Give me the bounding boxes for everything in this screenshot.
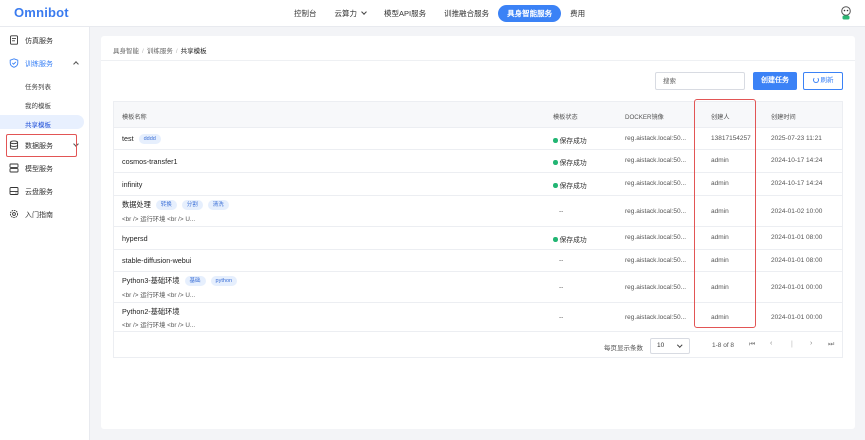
template-name[interactable]: cosmos-transfer1 — [122, 157, 178, 166]
highlight-box-sidebar — [6, 134, 77, 157]
docker-image: reg.aistack.local:50... — [625, 180, 687, 187]
sidebar-item-shared-templates[interactable]: 共享模板 — [0, 115, 84, 129]
refresh-icon — [812, 77, 819, 83]
chevron-down-icon — [361, 9, 367, 15]
per-page-select[interactable]: 10 — [650, 338, 690, 354]
page-range: 1-8 of 8 — [712, 342, 735, 349]
status-dot — [553, 183, 558, 188]
tag: 基础 — [184, 276, 206, 286]
created-time: 2024-10-17 14:24 — [771, 157, 823, 164]
created-time: 2024-01-01 08:00 — [771, 234, 823, 241]
last-page-icon[interactable]: ⏭ — [828, 341, 834, 349]
first-page-icon[interactable]: ⏮ — [749, 341, 755, 349]
page-separator: | — [791, 341, 793, 348]
nav-billing[interactable]: 费用 — [561, 5, 594, 22]
avatar[interactable] — [840, 6, 852, 20]
template-desc: <br /> 运行环境 <br /> U... — [122, 216, 196, 223]
breadcrumb-current: 共享模板 — [180, 48, 207, 55]
gear-icon — [9, 209, 19, 219]
status-cell: -- — [559, 208, 564, 215]
created-time: 2024-01-01 08:00 — [771, 257, 823, 264]
main-card: 具身智能/训练服务/共享模板 创建任务 刷新 模板名称 模板状态 DOCKER镜… — [101, 36, 855, 429]
tag: 清洗 — [207, 200, 229, 210]
tag: 分割 — [181, 200, 203, 210]
nav-embodied-ai[interactable]: 具身智能服务 — [498, 5, 562, 22]
status-cell: -- — [559, 314, 564, 321]
divider — [101, 60, 855, 61]
template-name[interactable]: Python2-基础环境 — [122, 307, 180, 317]
created-time: 2024-01-02 10:00 — [771, 208, 823, 215]
sidebar-item-cloud-disk[interactable]: 云盘服务 — [0, 182, 90, 200]
status-cell: 保存成功 — [553, 135, 587, 145]
docker-image: reg.aistack.local:50... — [625, 135, 687, 142]
breadcrumb-item[interactable]: 具身智能 — [113, 48, 139, 55]
document-icon — [10, 35, 18, 45]
shield-icon — [9, 58, 19, 68]
per-page-label: 每页显示条数 — [604, 345, 643, 352]
sidebar-item-simulation[interactable]: 仿真服务 — [0, 31, 90, 49]
template-name[interactable]: test dddd — [122, 134, 161, 144]
docker-image: reg.aistack.local:50... — [625, 157, 687, 164]
sidebar-item-guide[interactable]: 入门指南 — [0, 205, 90, 223]
chevron-up-icon — [73, 61, 79, 67]
tag: dddd — [138, 134, 161, 144]
sidebar-item-task-list[interactable]: 任务列表 — [0, 77, 84, 91]
status-cell: -- — [559, 284, 564, 291]
nav-model-api[interactable]: 模型API服务 — [375, 5, 435, 22]
template-desc: <br /> 运行环境 <br /> U... — [122, 292, 196, 299]
header-template-status: 模板状态 — [553, 114, 578, 121]
template-desc: <br /> 运行环境 <br /> U... — [122, 322, 196, 329]
sidebar-item-model[interactable]: 模型服务 — [0, 159, 90, 177]
template-name[interactable]: stable-diffusion-webui — [122, 256, 191, 265]
template-name[interactable]: hypersd — [122, 234, 148, 243]
refresh-button[interactable]: 刷新 — [803, 72, 843, 90]
create-task-button[interactable]: 创建任务 — [753, 72, 797, 90]
search-input[interactable] — [655, 72, 745, 90]
docker-image: reg.aistack.local:50... — [625, 257, 687, 264]
header-template-name: 模板名称 — [122, 114, 147, 121]
nav-train-infer[interactable]: 训推融合服务 — [435, 5, 498, 22]
sidebar: 仿真服务 训练服务 任务列表 我的模板 共享模板 数据服务 模型服务 云盘服务 … — [0, 27, 90, 440]
nav-console[interactable]: 控制台 — [285, 5, 326, 22]
template-name[interactable]: 数据处理 转换 分割 清洗 — [122, 200, 229, 210]
created-time: 2025-07-23 11:21 — [771, 135, 822, 142]
docker-image: reg.aistack.local:50... — [625, 234, 687, 241]
status-cell: 保存成功 — [553, 157, 587, 167]
docker-image: reg.aistack.local:50... — [625, 314, 687, 321]
sidebar-item-my-templates[interactable]: 我的模板 — [0, 96, 84, 110]
nav-cloud-compute[interactable]: 云算力 — [326, 5, 376, 22]
prev-page-icon[interactable]: ‹ — [770, 340, 772, 347]
template-name[interactable]: Python3-基础环境 基础 python — [122, 276, 238, 286]
top-bar: Omnibot 控制台 云算力 模型API服务 训推融合服务 具身智能服务 费用 — [0, 0, 865, 27]
docker-image: reg.aistack.local:50... — [625, 208, 687, 215]
status-dot — [553, 160, 558, 165]
logo[interactable]: Omnibot — [14, 5, 69, 20]
header-created-time: 创建时间 — [771, 114, 796, 121]
status-cell: -- — [559, 257, 564, 264]
chevron-down-icon — [676, 342, 682, 348]
created-time: 2024-01-01 00:00 — [771, 284, 823, 291]
disk-icon — [9, 187, 19, 195]
status-dot — [553, 138, 558, 143]
breadcrumb-item[interactable]: 训练服务 — [147, 48, 173, 55]
highlight-box-creator-column — [694, 99, 756, 328]
docker-image: reg.aistack.local:50... — [625, 284, 687, 291]
header-docker-image: DOCKER镜像 — [625, 114, 664, 121]
template-name[interactable]: infinity — [122, 180, 142, 189]
created-time: 2024-01-01 00:00 — [771, 314, 823, 321]
tag: 转换 — [155, 200, 177, 210]
status-cell: 保存成功 — [553, 234, 587, 244]
tag: python — [210, 276, 238, 286]
status-cell: 保存成功 — [553, 180, 587, 190]
top-nav: 控制台 云算力 模型API服务 训推融合服务 具身智能服务 费用 — [285, 5, 594, 22]
created-time: 2024-10-17 14:24 — [771, 180, 823, 187]
breadcrumb: 具身智能 / 训练服务 / 共享模板 — [113, 48, 207, 55]
next-page-icon[interactable]: › — [810, 340, 812, 347]
sidebar-item-training[interactable]: 训练服务 — [0, 54, 90, 72]
server-icon — [9, 163, 19, 173]
status-dot — [553, 237, 558, 242]
